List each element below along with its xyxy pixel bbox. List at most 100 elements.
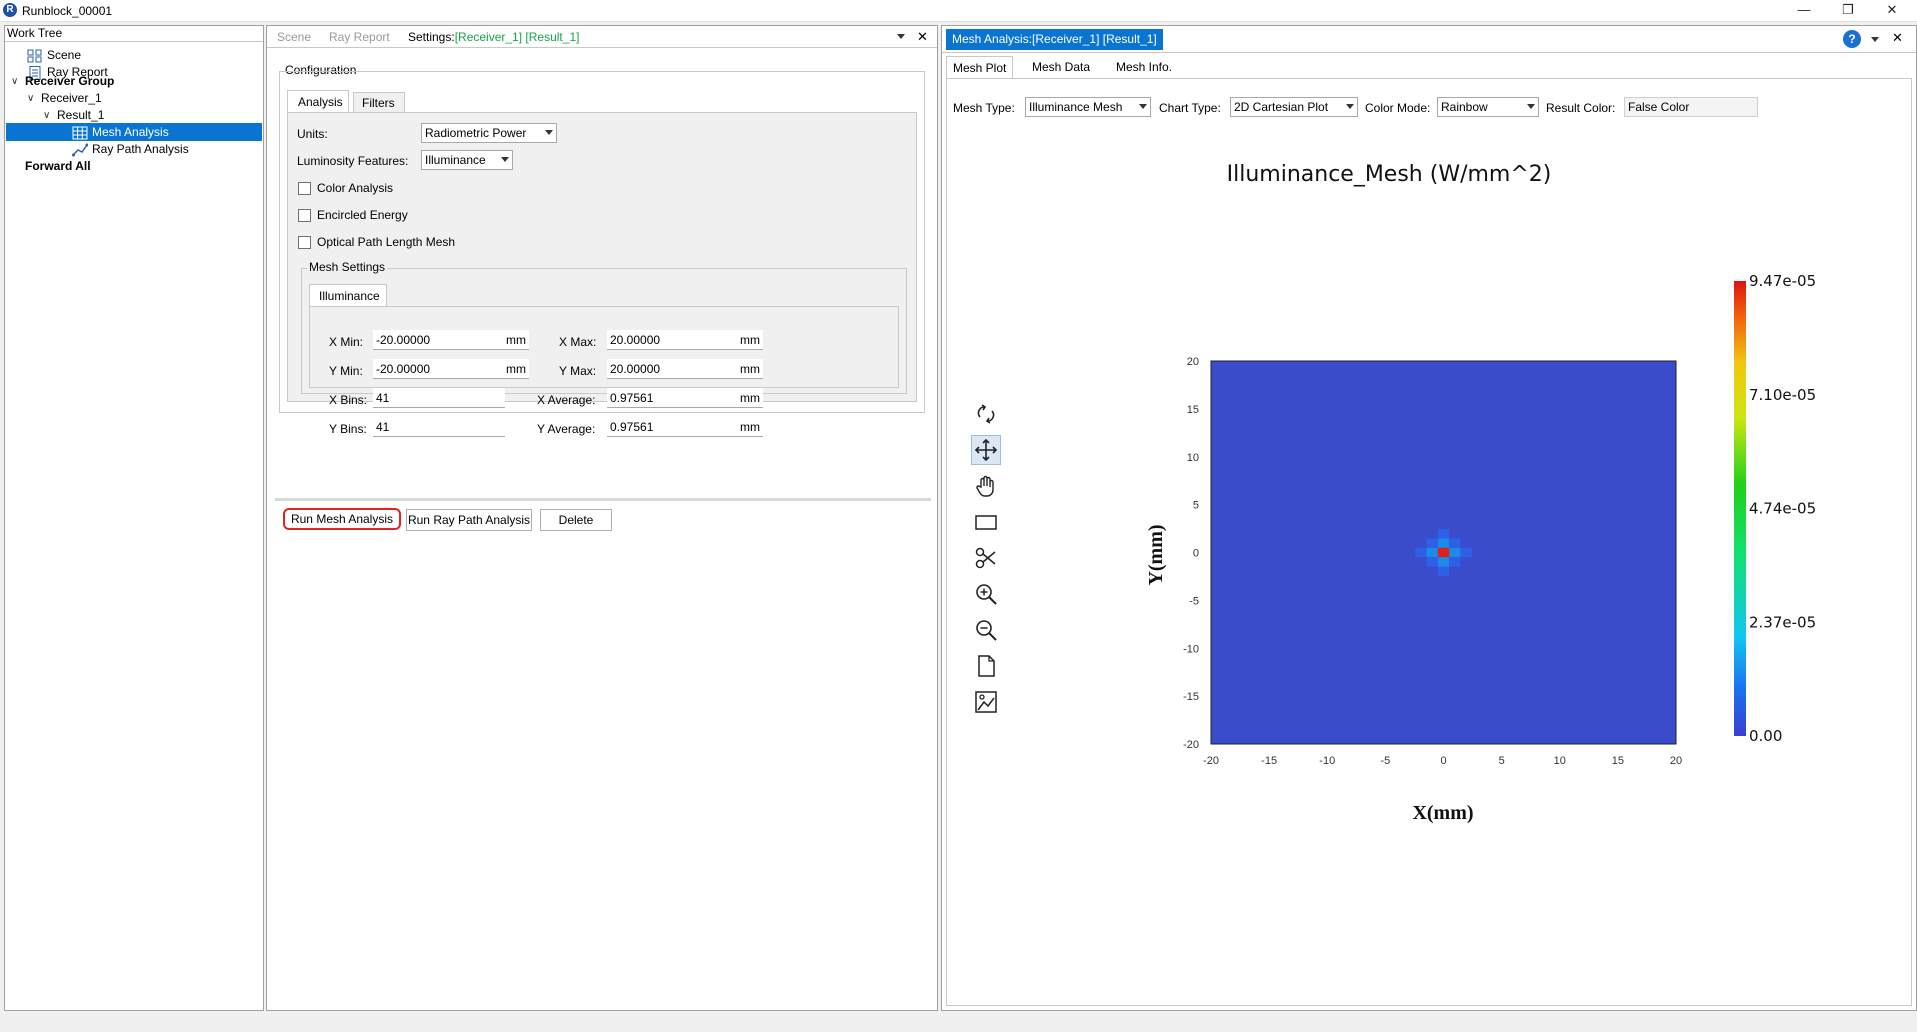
- color-mode-select[interactable]: Rainbow: [1437, 97, 1539, 117]
- close-tab-icon[interactable]: ✕: [917, 29, 928, 45]
- color-analysis-label: Color Analysis: [317, 181, 394, 195]
- xavg-input[interactable]: 0.97561 mm: [607, 388, 763, 408]
- settings-panel: Scene Ray Report Settings:[Receiver_1] […: [266, 25, 938, 1011]
- delete-button[interactable]: Delete: [540, 509, 612, 531]
- ymax-label: Y Max:: [559, 364, 597, 378]
- mesh-type-select[interactable]: Illuminance Mesh: [1025, 97, 1151, 117]
- mesh-heatmap-chart[interactable]: Illuminance_Mesh (W/mm^2) -20 -15 -10 -5 0 5 1…: [1007, 119, 1907, 999]
- y-tick-label: -15: [1183, 691, 1199, 703]
- dropdown-arrow-icon: [1527, 104, 1535, 109]
- tab-illuminance[interactable]: Illuminance: [309, 284, 387, 306]
- chart-type-select[interactable]: 2D Cartesian Plot: [1230, 97, 1358, 117]
- chart-title: Illuminance_Mesh (W/mm^2): [1227, 162, 1552, 187]
- tree-item-label: Forward All: [25, 159, 91, 173]
- y-axis-label: Y(mm): [1145, 524, 1167, 585]
- luminosity-select[interactable]: Illuminance: [421, 150, 513, 170]
- yavg-label: Y Average:: [537, 422, 596, 436]
- xavg-label: X Average:: [537, 393, 596, 407]
- restore-button[interactable]: ❐: [1826, 0, 1870, 22]
- tree-item-receiver-1[interactable]: Receiver_1: [41, 89, 102, 107]
- chevron-down-icon[interactable]: ∨: [27, 93, 37, 104]
- image-export-icon[interactable]: [971, 687, 1001, 717]
- xmax-input[interactable]: 20.00000 mm: [607, 330, 763, 350]
- y-tick-label: 15: [1187, 404, 1199, 416]
- tree-item-mesh-analysis[interactable]: Mesh Analysis: [6, 123, 262, 141]
- chevron-down-icon[interactable]: ∨: [11, 76, 21, 87]
- tree-item-result-1[interactable]: Result_1: [57, 106, 104, 124]
- run-ray-path-analysis-button[interactable]: Run Ray Path Analysis: [406, 509, 532, 531]
- divider: [942, 52, 1916, 53]
- ymin-input[interactable]: -20.00000 mm: [373, 359, 529, 379]
- work-tree-header: Work Tree: [5, 26, 263, 42]
- tab-analysis[interactable]: Analysis: [287, 90, 349, 112]
- heatmap-cell: [1449, 557, 1461, 567]
- tab-filters[interactable]: Filters: [353, 92, 405, 112]
- heatmap-cell: [1415, 547, 1427, 558]
- tree-item-scene[interactable]: Scene: [27, 46, 81, 64]
- tree-item-forward-all[interactable]: Forward All: [25, 157, 91, 175]
- xbins-input[interactable]: 41: [373, 388, 505, 408]
- splitter[interactable]: [275, 498, 931, 501]
- chevron-down-icon[interactable]: ∨: [43, 110, 53, 121]
- heatmap-cell: [1437, 547, 1450, 558]
- y-tick-label: -5: [1189, 595, 1199, 607]
- colorbar-label: 2.37e-05: [1749, 613, 1816, 631]
- x-tick-label: 10: [1554, 755, 1566, 767]
- rotate-icon[interactable]: [971, 399, 1001, 429]
- tree-item-ray-path-analysis[interactable]: Ray Path Analysis: [72, 140, 189, 158]
- mesh-grid-icon: [72, 126, 88, 140]
- tree-item-receiver-group[interactable]: Receiver Group: [25, 72, 114, 90]
- app-logo-icon: R: [3, 3, 17, 17]
- units-select[interactable]: Radiometric Power: [421, 123, 557, 143]
- heatmap-cell: [1449, 547, 1461, 558]
- ybins-input[interactable]: 41: [373, 417, 505, 437]
- tab-mesh-info[interactable]: Mesh Info.: [1110, 56, 1178, 78]
- rectangle-select-icon[interactable]: [971, 507, 1001, 537]
- tab-mesh-plot[interactable]: Mesh Plot: [946, 56, 1014, 78]
- dropdown-arrow-icon: [1139, 104, 1147, 109]
- xmin-label: X Min:: [329, 335, 364, 349]
- settings-tab-row: Scene Ray Report Settings:[Receiver_1] […: [267, 26, 937, 48]
- yavg-input[interactable]: 0.97561 mm: [607, 417, 763, 437]
- tab-menu-icon[interactable]: [897, 34, 905, 39]
- zoom-in-icon[interactable]: [971, 579, 1001, 609]
- tab-menu-icon[interactable]: [1871, 37, 1879, 42]
- ymax-input[interactable]: 20.00000 mm: [607, 359, 763, 379]
- tab-scene[interactable]: Scene: [277, 30, 311, 44]
- tab-ray-report[interactable]: Ray Report: [329, 30, 390, 44]
- luminosity-label: Luminosity Features:: [297, 154, 409, 168]
- move-icon[interactable]: [971, 435, 1001, 465]
- tab-settings-result: [Result_1]: [525, 30, 580, 44]
- colorbar-label: 0.00: [1749, 727, 1782, 745]
- y-tick-label: 5: [1193, 500, 1199, 512]
- mesh-analysis-panel: Mesh Analysis:[Receiver_1] [Result_1] ? …: [941, 25, 1917, 1011]
- pan-hand-icon[interactable]: [971, 471, 1001, 501]
- minimize-button[interactable]: —: [1782, 0, 1826, 22]
- result-color-field[interactable]: False Color: [1624, 97, 1758, 117]
- page-icon[interactable]: [971, 651, 1001, 681]
- scissors-icon[interactable]: [971, 543, 1001, 573]
- tab-settings[interactable]: Settings:[Receiver_1] [Result_1]: [408, 30, 579, 44]
- color-analysis-checkbox[interactable]: [298, 182, 311, 195]
- run-mesh-analysis-button[interactable]: Run Mesh Analysis: [283, 508, 401, 530]
- close-window-button[interactable]: ✕: [1870, 0, 1914, 22]
- xmin-input[interactable]: -20.00000 mm: [373, 330, 529, 350]
- optical-path-length-checkbox[interactable]: [298, 236, 311, 249]
- x-tick-label: 5: [1499, 755, 1505, 767]
- heatmap-cell: [1460, 547, 1472, 558]
- tab-mesh-data[interactable]: Mesh Data: [1026, 56, 1096, 78]
- encircled-energy-checkbox[interactable]: [298, 209, 311, 222]
- mesh-type-label: Mesh Type:: [953, 101, 1015, 115]
- colorbar: [1734, 281, 1746, 736]
- tree-item-label: Scene: [47, 48, 82, 62]
- tab-settings-receiver: [Receiver_1]: [454, 30, 523, 44]
- heatmap-cell: [1449, 538, 1461, 548]
- ray-path-icon: [72, 143, 89, 157]
- close-tab-icon[interactable]: ✕: [1892, 30, 1903, 46]
- result-color-label: Result Color:: [1546, 101, 1616, 115]
- tab-mesh-analysis[interactable]: Mesh Analysis:[Receiver_1] [Result_1]: [946, 29, 1163, 50]
- zoom-out-icon[interactable]: [971, 615, 1001, 645]
- heatmap-cell: [1437, 566, 1450, 576]
- help-icon[interactable]: ?: [1843, 30, 1861, 48]
- x-tick-label: -20: [1203, 755, 1219, 767]
